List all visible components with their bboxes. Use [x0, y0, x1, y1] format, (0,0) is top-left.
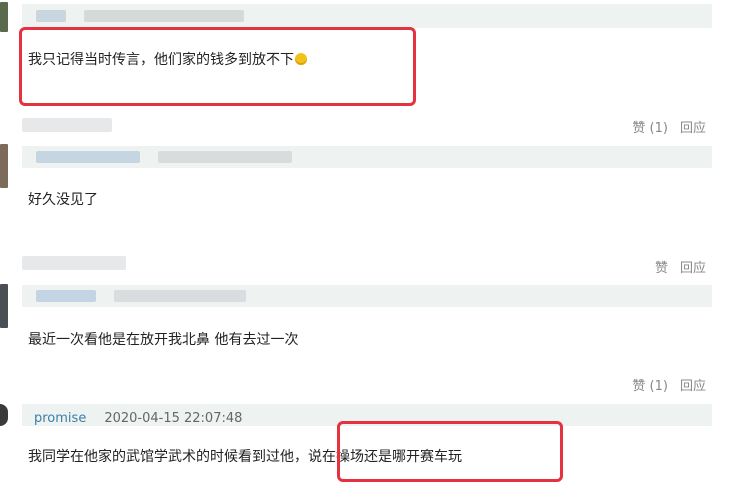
blurred-date	[114, 290, 246, 302]
reply-button[interactable]: 回应	[680, 257, 706, 276]
comment-actions: 赞 回应	[655, 257, 706, 276]
comment-text-part2: 说在操场还是哪开赛车玩	[308, 449, 462, 465]
comment-date: 2020-04-15 22:07:48	[104, 411, 243, 426]
like-button[interactable]: 赞 (1)	[632, 375, 668, 394]
comment-body: 好久没见了	[28, 192, 98, 208]
blurred-username	[36, 290, 96, 302]
blurred-date	[84, 10, 244, 22]
reply-button[interactable]: 回应	[680, 117, 706, 136]
reply-button[interactable]: 回应	[680, 375, 706, 394]
grinning-face-icon	[295, 53, 307, 65]
blurred-meta	[22, 118, 112, 132]
blurred-meta	[22, 256, 126, 270]
blurred-username	[36, 151, 140, 163]
comment-body: 最近一次看他是在放开我北鼻 他有去过一次	[28, 332, 299, 348]
comment-meta: promise 2020-04-15 22:07:48	[34, 407, 242, 426]
blurred-username	[36, 10, 66, 22]
comment-text-part1: 我同学在他家的武馆学武术的时候看到过他，	[28, 449, 308, 465]
comment-actions: 赞 (1) 回应	[632, 375, 706, 394]
like-button[interactable]: 赞 (1)	[632, 117, 668, 136]
author-link[interactable]: promise	[34, 411, 86, 426]
comment-text: 我只记得当时传言，他们家的钱多到放不下	[28, 52, 294, 68]
avatar[interactable]	[0, 2, 8, 32]
blurred-date	[158, 151, 292, 163]
avatar[interactable]	[0, 284, 8, 328]
comment-actions: 赞 (1) 回应	[632, 117, 706, 136]
avatar[interactable]	[0, 144, 8, 188]
comment-body: 我同学在他家的武馆学武术的时候看到过他，说在操场还是哪开赛车玩	[28, 448, 462, 466]
avatar[interactable]	[0, 404, 8, 426]
like-button[interactable]: 赞	[655, 257, 668, 276]
comment-body: 我只记得当时传言，他们家的钱多到放不下	[28, 51, 307, 69]
